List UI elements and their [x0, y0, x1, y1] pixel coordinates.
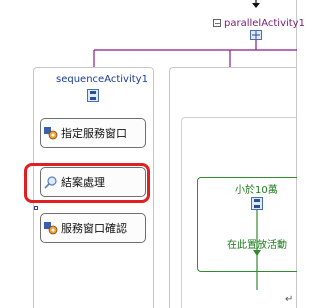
activity-assign-service-window[interactable]: 指定服務窗口	[40, 118, 146, 148]
activity-label: 指定服務窗口	[61, 127, 127, 140]
activity-label: 服務窗口確認	[61, 222, 127, 235]
paragraph-mark: ↵	[285, 294, 294, 305]
code-activity-icon	[44, 127, 58, 140]
branch-icon	[251, 197, 263, 210]
selection-handle[interactable]	[34, 206, 38, 210]
branch-condition-label: 小於10萬	[235, 185, 278, 196]
collapse-icon[interactable]: −	[213, 19, 221, 28]
sequence-activity-title: sequenceActivity1	[56, 74, 148, 85]
parallel-activity-header[interactable]: − parallelActivity1	[213, 16, 305, 30]
parallel-activity-icon	[250, 30, 262, 40]
top-arrow-head	[252, 3, 260, 8]
drop-activity-hint: 在此置放活動	[227, 240, 287, 251]
parallel-activity-title: parallelActivity1	[224, 17, 305, 29]
highlight-annotation	[24, 163, 150, 203]
code-activity-icon	[44, 222, 58, 235]
sequence-activity-icon	[87, 89, 99, 102]
activity-confirm-service-window[interactable]: 服務窗口確認	[40, 213, 146, 243]
